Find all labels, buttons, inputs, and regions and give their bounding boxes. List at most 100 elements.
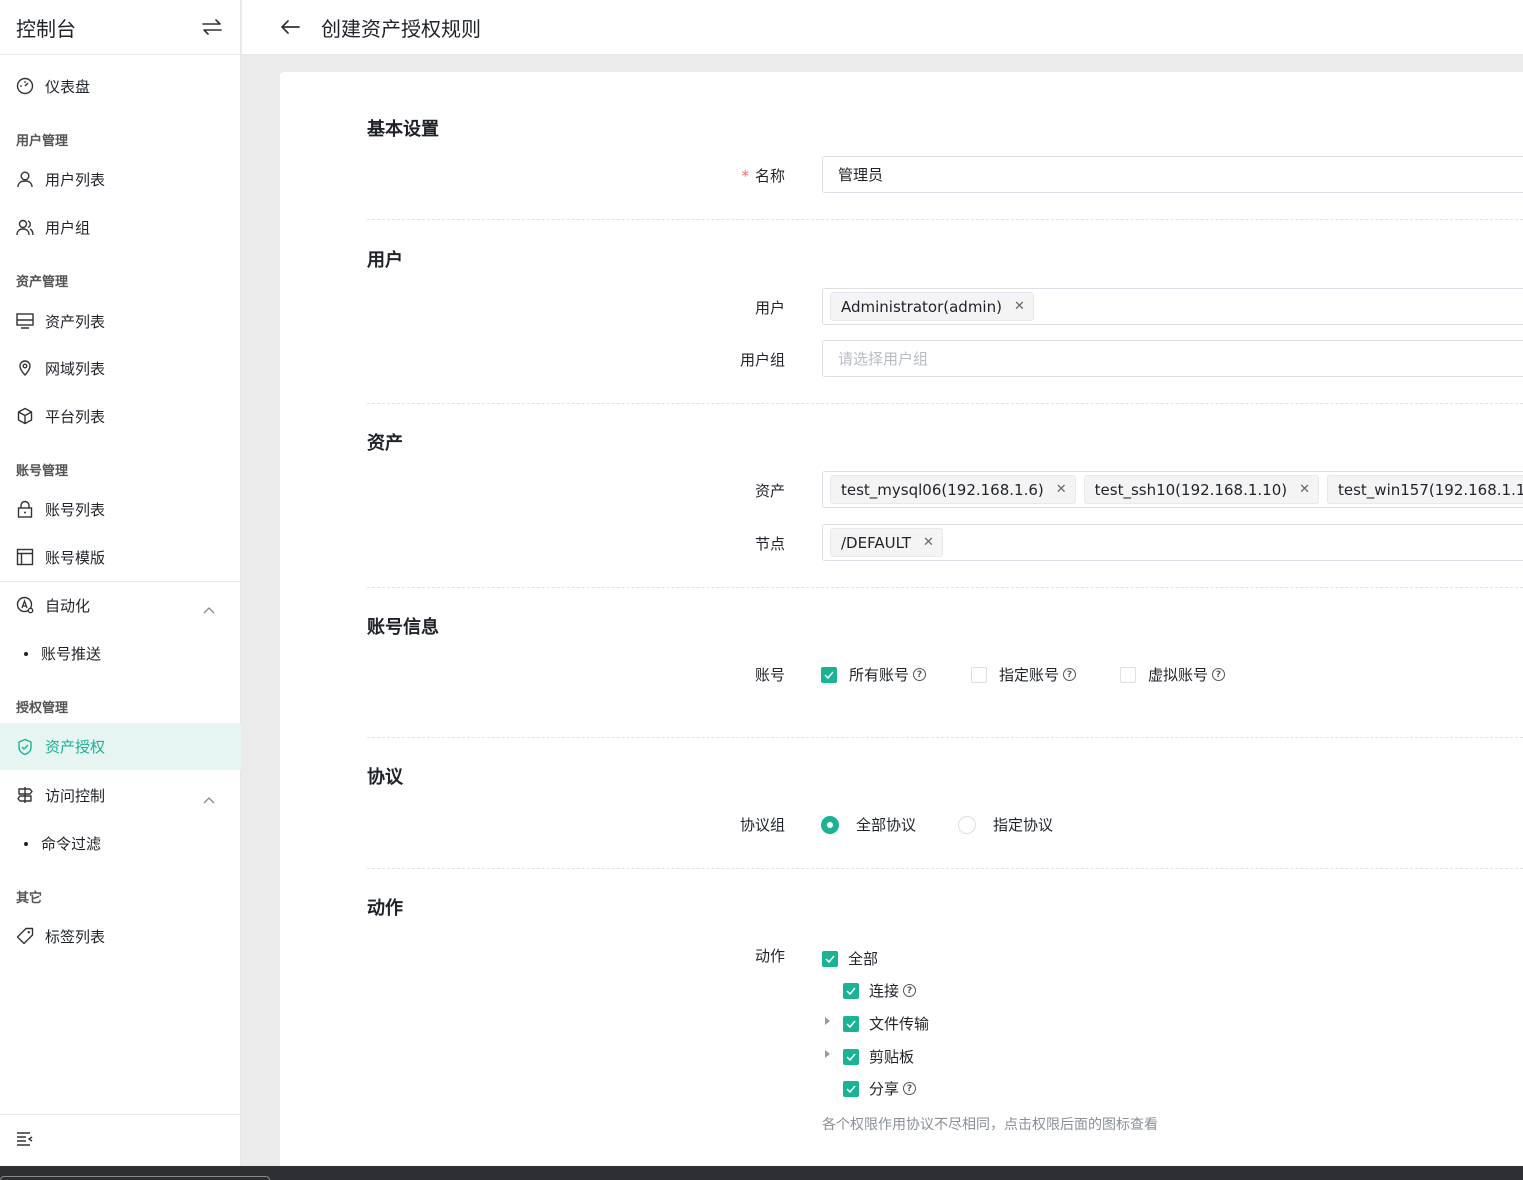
close-icon[interactable]: ✕ <box>1014 299 1025 314</box>
sidebar-subitem-account-push[interactable]: 账号推送 <box>24 643 101 664</box>
template-icon <box>16 548 34 566</box>
protocol-group-label: 协议组 <box>739 816 785 834</box>
sidebar-item-account-template[interactable]: 账号模版 <box>0 534 241 580</box>
taskbar-strip <box>0 1166 1523 1180</box>
cube-icon <box>16 407 34 425</box>
close-icon[interactable]: ✕ <box>923 535 934 550</box>
checkbox-checked-icon[interactable] <box>843 982 859 999</box>
help-icon[interactable]: ? <box>1212 668 1226 681</box>
section-basic-title: 基本设置 <box>367 119 439 140</box>
location-icon <box>16 359 34 377</box>
group-asset-management: 资产管理 <box>16 275 69 290</box>
assets-label: 资产 <box>754 482 785 500</box>
sidebar-item-label-list[interactable]: 标签列表 <box>0 913 241 959</box>
actions-hint: 各个权限作用协议不尽相同，点击权限后面的图标查看 <box>822 1117 1158 1133</box>
node-tag[interactable]: /DEFAULT ✕ <box>830 528 943 557</box>
sidebar-item-user-group[interactable]: 用户组 <box>0 204 241 250</box>
form-card: 基本设置 * 名称 管理员 用户 用户 Administrator(admin) ✕… <box>280 72 1523 1166</box>
sidebar-item-automation[interactable]: 自动化 <box>0 582 241 628</box>
sidebar-item-label: 命令过滤 <box>41 835 102 853</box>
radio-selected-icon[interactable] <box>821 815 839 834</box>
sidebar-item-label: 平台列表 <box>45 407 106 426</box>
page-title: 创建资产授权规则 <box>321 16 481 41</box>
sidebar-item-access-control[interactable]: 访问控制 <box>0 772 241 818</box>
tree-node-clipboard[interactable]: 剪贴板 <box>843 1046 914 1067</box>
taskbar-tab <box>0 1176 270 1180</box>
sidebar-item-label: 账号模版 <box>45 548 106 567</box>
users-label: 用户 <box>754 299 785 317</box>
sidebar-item-platform-list[interactable]: 平台列表 <box>0 393 241 439</box>
expand-caret-icon[interactable] <box>825 1050 830 1058</box>
group-other: 其它 <box>16 891 43 906</box>
expand-caret-icon[interactable] <box>825 1017 830 1025</box>
chevron-up-icon <box>203 600 215 618</box>
section-divider <box>367 219 1523 220</box>
assets-select[interactable]: test_mysql06(192.168.1.6) ✕ test_ssh10(19… <box>822 471 1523 508</box>
checkbox-virtual-accounts[interactable]: 虚拟账号? <box>1120 664 1226 685</box>
checkbox-unchecked-icon[interactable] <box>971 666 987 683</box>
sidebar-item-asset-permission[interactable]: 资产授权 <box>0 723 241 770</box>
sidebar-subitem-command-filter[interactable]: 命令过滤 <box>24 833 101 854</box>
group-account-management: 账号管理 <box>16 464 69 479</box>
swap-icon[interactable] <box>200 15 224 39</box>
asset-tag[interactable]: test_ssh10(192.168.1.10) ✕ <box>1083 475 1319 504</box>
checkbox-unchecked-icon[interactable] <box>1120 666 1136 683</box>
checkbox-checked-icon[interactable] <box>843 1015 859 1032</box>
users-icon <box>16 218 34 236</box>
sidebar-item-label: 资产列表 <box>45 312 106 331</box>
checkbox-checked-icon[interactable] <box>821 666 837 683</box>
sidebar-item-label: 标签列表 <box>45 927 106 946</box>
checkbox-all-accounts[interactable]: 所有账号? <box>821 664 927 685</box>
sidebar-item-domain-list[interactable]: 网域列表 <box>0 345 241 391</box>
radio-all-protocols[interactable]: 全部协议 <box>821 814 916 835</box>
tree-node-file-transfer[interactable]: 文件传输 <box>843 1013 929 1034</box>
sidebar-item-label: 账号推送 <box>41 645 102 663</box>
sidebar-item-label: 用户组 <box>45 218 91 237</box>
user-icon <box>16 170 34 188</box>
close-icon[interactable]: ✕ <box>1299 482 1310 497</box>
radio-specified-protocols[interactable]: 指定协议 <box>958 814 1053 835</box>
user-groups-placeholder: 请选择用户组 <box>838 350 929 368</box>
tree-node-all[interactable]: 全部 <box>822 948 878 969</box>
user-groups-select[interactable]: 请选择用户组 <box>822 340 1523 377</box>
back-arrow-icon[interactable] <box>280 15 304 39</box>
close-icon[interactable]: ✕ <box>1056 482 1067 497</box>
sidebar-item-account-list[interactable]: 账号列表 <box>0 486 241 532</box>
checkbox-checked-icon[interactable] <box>843 1080 859 1097</box>
asset-tag[interactable]: test_win157(192.168.1.157)✕ <box>1327 475 1523 504</box>
tree-node-connect[interactable]: 连接? <box>843 980 917 1001</box>
monitor-icon <box>16 312 34 330</box>
name-field[interactable]: 管理员 <box>822 156 1523 193</box>
section-user-title: 用户 <box>367 250 403 271</box>
radio-unselected-icon[interactable] <box>958 815 976 834</box>
section-asset-title: 资产 <box>367 433 403 454</box>
checkbox-specified-accounts[interactable]: 指定账号? <box>971 664 1077 685</box>
section-protocol-title: 协议 <box>367 767 403 788</box>
tree-node-share[interactable]: 分享? <box>843 1078 917 1099</box>
user-groups-label: 用户组 <box>739 351 785 369</box>
group-permission-management: 授权管理 <box>16 701 69 716</box>
nodes-select[interactable]: /DEFAULT ✕ <box>822 524 1523 561</box>
checkbox-checked-icon[interactable] <box>822 950 838 967</box>
section-divider <box>367 587 1523 588</box>
dashboard-icon <box>16 77 34 95</box>
sidebar-item-asset-list[interactable]: 资产列表 <box>0 298 241 344</box>
collapse-menu-icon[interactable] <box>16 1131 34 1151</box>
sidebar: 控制台 仪表盘 用户管理 用户列表 用户组 资产管理 资产列表 网域列表 平台列… <box>0 0 241 1166</box>
checkbox-checked-icon[interactable] <box>843 1048 859 1065</box>
help-icon[interactable]: ? <box>903 984 917 997</box>
help-icon[interactable]: ? <box>1063 668 1077 681</box>
help-icon[interactable]: ? <box>903 1082 917 1095</box>
help-icon[interactable]: ? <box>913 668 927 681</box>
sidebar-item-label: 访问控制 <box>45 786 106 805</box>
section-divider <box>367 403 1523 404</box>
asset-tag[interactable]: test_mysql06(192.168.1.6) ✕ <box>830 475 1076 504</box>
sidebar-item-dashboard[interactable]: 仪表盘 <box>0 63 241 109</box>
sidebar-item-user-list[interactable]: 用户列表 <box>0 156 241 202</box>
users-select[interactable]: Administrator(admin) ✕ <box>822 288 1523 325</box>
account-label: 账号 <box>754 666 785 684</box>
user-tag[interactable]: Administrator(admin) ✕ <box>830 292 1034 321</box>
shield-icon <box>16 738 34 756</box>
sidebar-item-label: 用户列表 <box>45 170 106 189</box>
console-title: 控制台 <box>16 16 76 41</box>
